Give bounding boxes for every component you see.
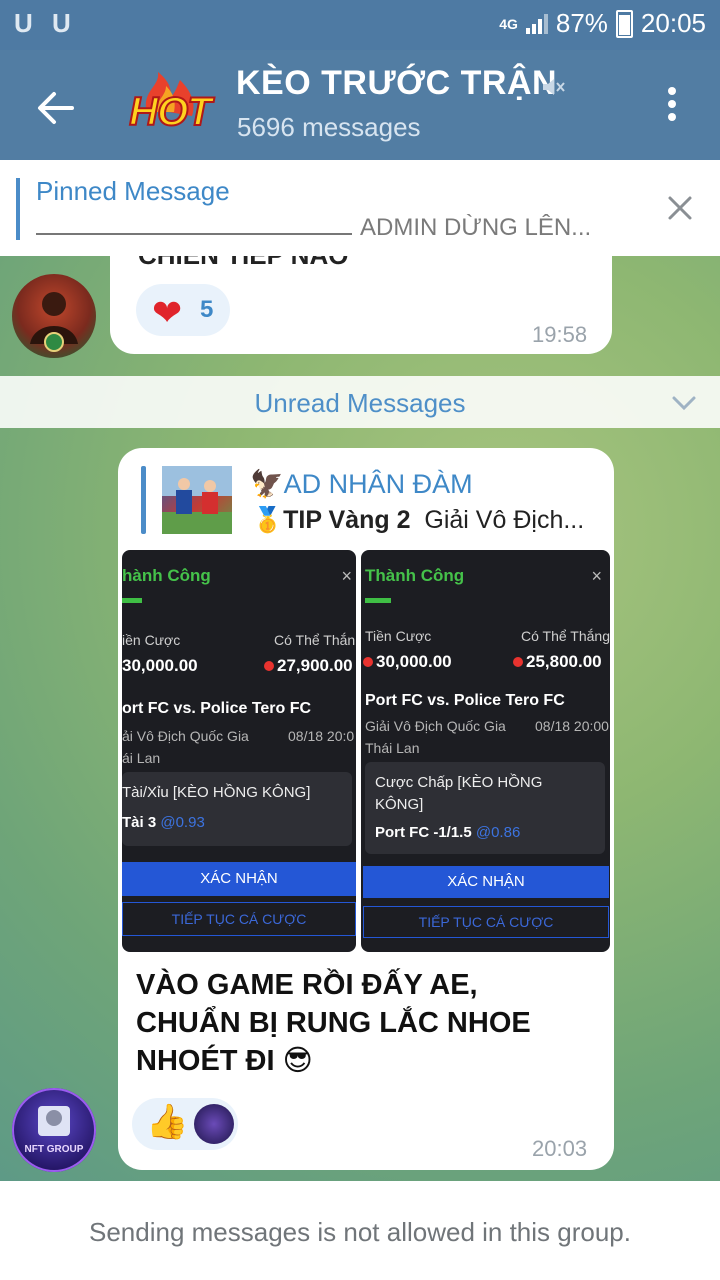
bet-detail-box: Cược Chấp [KÈO HỒNG KÔNG] Port FC -1/1.5…	[365, 762, 605, 854]
reactor-avatar	[194, 1104, 234, 1144]
status-text: Thành Công	[365, 566, 465, 585]
stake-amount: 30,000.00	[122, 656, 198, 675]
reply-rest: Giải Vô Địch...	[424, 506, 585, 534]
reply-preview: 🥇TIP Vàng 2 Giải Vô Địch...	[252, 506, 602, 535]
heart-reaction-icon: ❤	[152, 292, 183, 333]
continue-betting-button: TIẾP TỤC CÁ CƯỢC	[363, 906, 609, 938]
country: ái Lan	[122, 750, 161, 766]
pinned-label: Pinned Message	[36, 176, 230, 206]
confirm-button: XÁC NHẬN	[122, 862, 356, 896]
league-name: ải Vô Địch Quốc Gia	[122, 728, 249, 744]
match-title: ort FC vs. Police Tero FC	[122, 700, 312, 717]
medal-icon: 🥇	[252, 506, 284, 534]
win-amount: 27,900.00	[264, 656, 353, 676]
avatar-label: NFT GROUP	[24, 1144, 84, 1155]
confirm-button: XÁC NHẬN	[363, 866, 609, 898]
chat-header: HOT KÈO TRƯỚC TRẬN 5696 messages	[0, 50, 720, 160]
member-count: 5696 messages	[237, 112, 421, 142]
message-line-2: CHUẨN BỊ RUNG LẮC NHOE	[136, 1007, 531, 1039]
match-title: Port FC vs. Police Tero FC	[365, 692, 565, 709]
win-label: Có Thể Thắn	[274, 632, 356, 648]
reaction-pill[interactable]	[136, 284, 230, 336]
message-time: 19:58	[532, 322, 588, 347]
chat-area[interactable]: CHIẾN TIẾP NÀO ❤ 5 19:58 Unread Messages…	[0, 256, 720, 1181]
football-players-image	[162, 466, 232, 534]
win-amount: 25,800.00	[513, 652, 602, 672]
group-avatar-hot-logo[interactable]: HOT	[126, 68, 214, 140]
back-arrow-icon[interactable]	[28, 80, 84, 136]
stake-amount-value: 30,000.00	[376, 652, 452, 671]
message-cut-text: CHIẾN TIẾP NÀO	[138, 256, 348, 271]
chat-title[interactable]: KÈO TRƯỚC TRẬN	[236, 64, 557, 103]
message-text: VÀO GAME RỒI ĐẤY AE, CHUẨN BỊ RUNG LẮC N…	[136, 966, 596, 1080]
reply-thumbnail[interactable]	[162, 466, 232, 534]
match-date: 08/18 20:00	[535, 718, 609, 734]
footer-notice: Sending messages is not allowed in this …	[0, 1181, 720, 1280]
pinned-message-bar[interactable]: Pinned Message ADMIN DỪNG LÊN...	[0, 160, 720, 257]
win-amount-value: 27,900.00	[277, 656, 353, 675]
status-left-icons: U U	[14, 8, 77, 38]
bet-odds: @0.86	[475, 824, 521, 841]
reply-bold: TIP Vàng 2	[283, 506, 411, 534]
avatar-figure	[38, 1106, 70, 1136]
clock: 20:05	[640, 8, 706, 38]
message-time: 20:03	[532, 1136, 588, 1161]
bet-detail-box: Tài/Xỉu [KÈO HỒNG KÔNG] Tài 3 @0.93	[122, 772, 352, 846]
reply-accent-bar	[141, 466, 146, 534]
battery-icon	[615, 9, 633, 38]
coin-icon	[513, 657, 523, 667]
avatar-figure	[30, 292, 78, 352]
bet-screenshot-2[interactable]: Thành Công × Tiền Cược Có Thể Thắng 30,0…	[361, 550, 610, 952]
bet-pick-value: Tài 3	[122, 814, 157, 831]
bet-pick: Port FC -1/1.5 @0.86	[375, 824, 520, 841]
pinned-accent-bar	[16, 178, 20, 240]
message-line-1: VÀO GAME RỒI ĐẤY AE,	[136, 969, 478, 1001]
unread-label: Unread Messages	[254, 388, 466, 418]
signal-icon	[525, 13, 548, 34]
bet-pick-value: Port FC -1/1.5	[375, 824, 472, 841]
close-icon: ×	[341, 566, 352, 586]
coin-icon	[264, 661, 274, 671]
logo-text: HOT	[128, 89, 212, 135]
country: Thái Lan	[365, 740, 420, 756]
stake-amount: 30,000.00	[363, 652, 452, 672]
sender-avatar[interactable]	[12, 274, 96, 358]
more-vertical-icon[interactable]	[655, 84, 689, 124]
pinned-preview: ADMIN DỪNG LÊN...	[360, 214, 592, 241]
bet-screenshot-1[interactable]: hành Công × iền Cược Có Thể Thắn 30,000.…	[122, 550, 356, 952]
status-right: 4G 87% 20:05	[499, 8, 706, 39]
win-amount-value: 25,800.00	[526, 652, 602, 671]
continue-betting-button: TIẾP TỤC CÁ CƯỢC	[122, 902, 356, 936]
status-text: hành Công	[122, 566, 211, 585]
win-label: Có Thể Thắng	[521, 628, 610, 644]
bet-odds: @0.93	[160, 814, 205, 831]
reaction-count: 5	[200, 296, 214, 323]
league-name: Giải Vô Địch Quốc Gia	[365, 718, 506, 734]
bet-type: Tài/Xỉu [KÈO HỒNG KÔNG]	[122, 784, 311, 801]
network-label: 4G	[499, 15, 518, 32]
match-date: 08/18 20:0	[288, 728, 355, 744]
bet-pick: Tài 3 @0.93	[122, 814, 205, 831]
muted-speaker-icon	[543, 79, 565, 95]
reply-sender-name: 🦅AD NHÂN ĐÀM	[250, 469, 473, 499]
pinned-underline	[36, 233, 352, 235]
status-bar-line	[122, 598, 142, 603]
pinned-text: ADMIN DỪNG LÊN...	[36, 214, 616, 242]
sender-avatar[interactable]	[12, 1088, 96, 1172]
stake-label: Tiền Cược	[365, 628, 432, 644]
status-bar-line	[365, 598, 391, 603]
battery-percent: 87%	[555, 8, 608, 38]
close-icon[interactable]	[664, 192, 696, 224]
chevron-down-icon[interactable]	[670, 390, 698, 414]
message-line-3: NHOÉT ĐI 😎	[136, 1045, 313, 1077]
bet-type: Cược Chấp [KÈO HỒNG KÔNG]	[375, 774, 543, 813]
unread-divider: Unread Messages	[0, 376, 720, 428]
stake-label: iền Cược	[122, 632, 181, 648]
restriction-text: Sending messages is not allowed in this …	[89, 1217, 631, 1247]
status-bar: U U 4G 87% 20:05	[0, 0, 720, 50]
coin-icon	[363, 657, 373, 667]
close-icon: ×	[591, 566, 602, 586]
thumbs-up-reaction-icon: 👍	[146, 1103, 189, 1141]
